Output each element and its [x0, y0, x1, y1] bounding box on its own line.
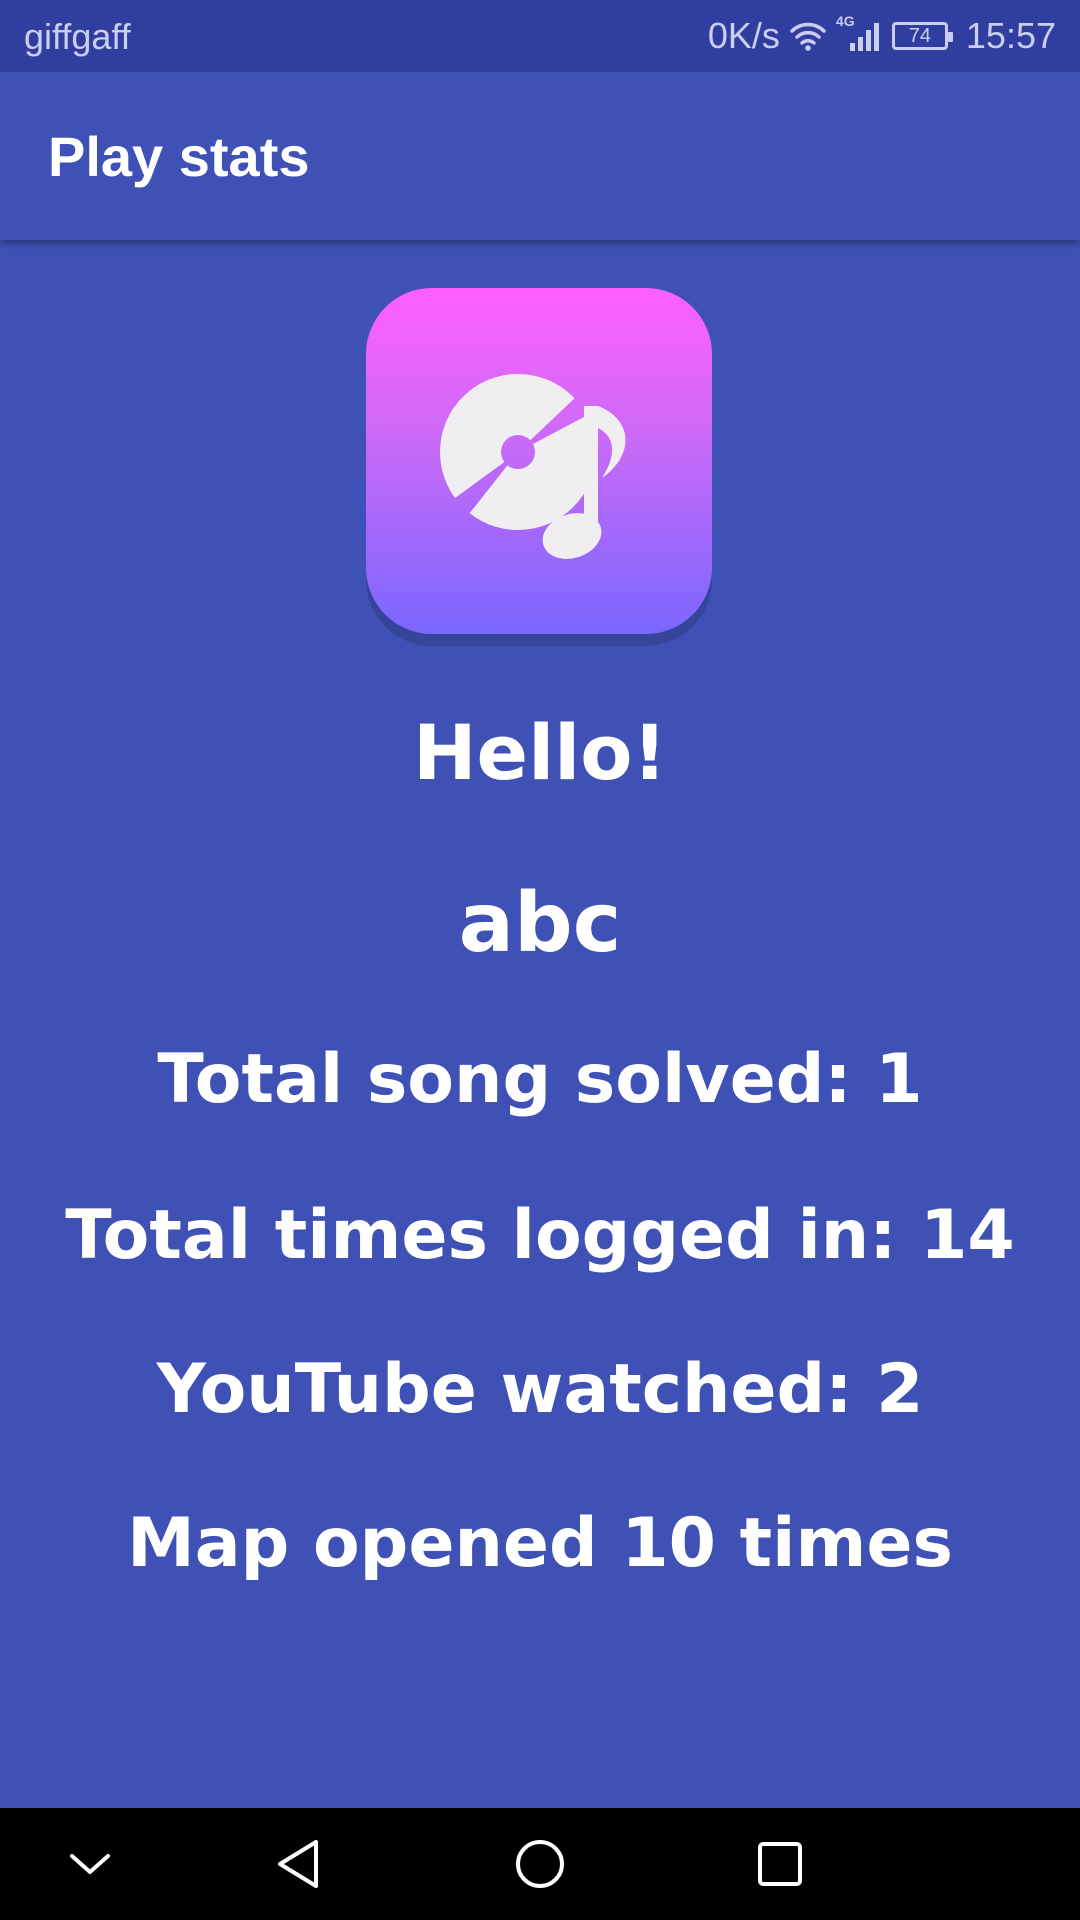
carrier-label: giffgaff	[24, 16, 131, 57]
songs-solved-stat: Total song solved: 1	[157, 1040, 923, 1119]
chevron-down-icon[interactable]	[60, 1834, 120, 1894]
navigation-bar	[0, 1808, 1080, 1920]
music-disc-icon	[440, 374, 626, 559]
wifi-icon	[790, 21, 826, 51]
app-logo	[366, 288, 712, 634]
back-triangle-icon[interactable]	[270, 1834, 330, 1894]
network-type: 4G	[835, 13, 855, 29]
username-text: abc	[458, 876, 622, 971]
cellular-signal-icon: 4G	[836, 13, 882, 53]
page-title: Play stats	[48, 125, 310, 188]
clock: 15:57	[965, 15, 1056, 56]
youtube-watched-stat: YouTube watched: 2	[156, 1350, 924, 1429]
recents-square-icon[interactable]	[750, 1834, 810, 1894]
map-opened-stat: Map opened 10 times	[127, 1504, 953, 1583]
times-logged-in-stat: Total times logged in: 14	[65, 1196, 1015, 1275]
app-bar: Play stats	[0, 72, 1080, 240]
battery-level: 74	[908, 25, 932, 47]
status-indicators: 0K/s 4G 74 15:57	[707, 13, 1056, 58]
greeting-text: Hello!	[412, 708, 668, 797]
network-speed: 0K/s	[707, 15, 780, 56]
battery-icon: 74	[891, 22, 953, 50]
home-circle-icon[interactable]	[510, 1834, 570, 1894]
status-bar: giffgaff 0K/s 4G 74 15:57	[0, 0, 1080, 72]
